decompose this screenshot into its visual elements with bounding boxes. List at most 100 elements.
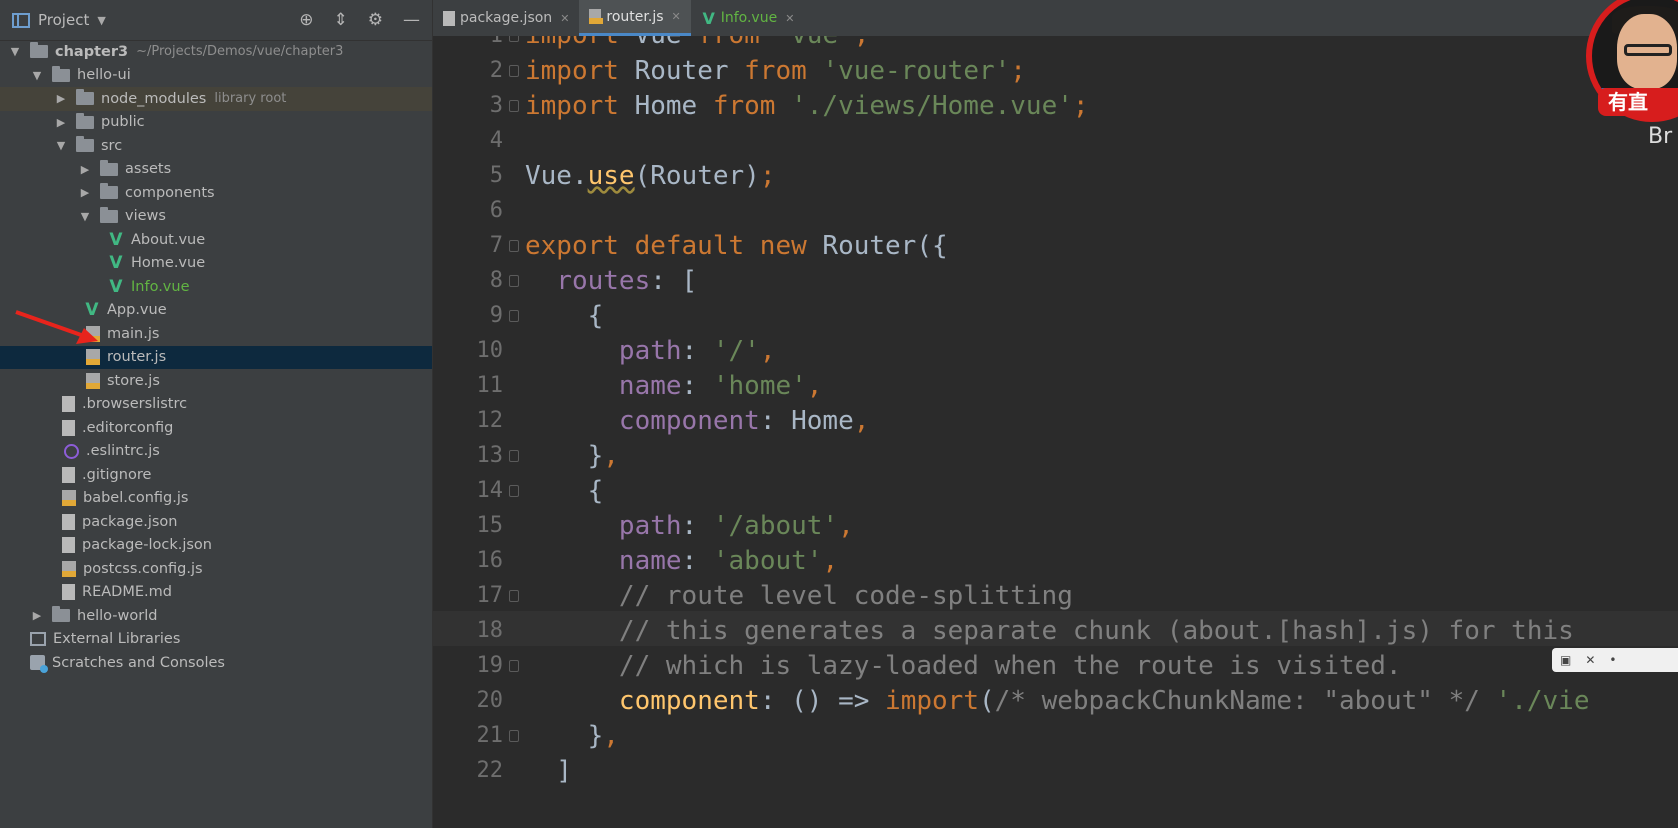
collapsed-arrow-icon[interactable]: ▶ (54, 116, 68, 129)
tab-router-js[interactable]: router.js ✕ (579, 0, 691, 36)
tree-item-readme[interactable]: README.md (0, 581, 432, 605)
tab-label: Info.vue (720, 10, 778, 26)
collapsed-arrow-icon[interactable]: ▶ (78, 163, 92, 176)
chevron-down-icon: ▼ (97, 13, 106, 27)
line-number: 15 (476, 513, 504, 538)
fold-marker-icon[interactable] (509, 65, 519, 77)
tree-item-about-vue[interactable]: V About.vue (0, 228, 432, 252)
tree-item-views[interactable]: ▼ views (0, 205, 432, 229)
fold-marker-icon[interactable] (509, 730, 519, 742)
fold-marker-icon[interactable] (509, 660, 519, 672)
tree-item-components[interactable]: ▶ components (0, 181, 432, 205)
tree-item-label: hello-world (77, 607, 158, 624)
collapsed-arrow-icon[interactable]: ▶ (78, 186, 92, 199)
close-icon[interactable]: ✕ (1585, 653, 1595, 667)
tab-label: router.js (606, 8, 664, 25)
line-number: 22 (476, 758, 504, 783)
line-number: 2 (489, 58, 503, 83)
tree-item-hello-world[interactable]: ▶ hello-world (0, 604, 432, 628)
code-line: component: Home, (618, 406, 870, 436)
tree-item-gitignore[interactable]: .gitignore (0, 463, 432, 487)
tree-item-eslintrc-js[interactable]: .eslintrc.js (0, 440, 432, 464)
floating-toolbar[interactable]: ▣ ✕ • (1552, 648, 1678, 672)
locate-icon[interactable]: ⊕ (299, 10, 313, 30)
close-icon[interactable]: ✕ (560, 12, 569, 25)
expand-arrow-icon[interactable]: ▼ (54, 139, 68, 152)
collapse-all-icon[interactable]: ⇕ (334, 10, 348, 30)
tab-info-vue[interactable]: V Info.vue ✕ (691, 0, 805, 36)
tree-item-assets[interactable]: ▶ assets (0, 158, 432, 182)
folder-icon (76, 89, 94, 106)
gear-icon[interactable]: ⚙ (368, 10, 383, 30)
tree-item-store-js[interactable]: store.js (0, 369, 432, 393)
tree-item-editorconfig[interactable]: .editorconfig (0, 416, 432, 440)
vue-file-icon: V (109, 276, 123, 297)
line-number: 14 (476, 478, 504, 503)
tree-item-browserslistrc[interactable]: .browserslistrc (0, 393, 432, 417)
library-icon (30, 632, 46, 647)
tree-item-label: components (125, 184, 215, 201)
fold-marker-icon[interactable] (509, 590, 519, 602)
tab-package-json[interactable]: package.json ✕ (433, 0, 579, 36)
expand-arrow-icon[interactable]: ▼ (30, 69, 44, 82)
expand-arrow-icon[interactable]: ▼ (78, 210, 92, 223)
fold-marker-icon[interactable] (509, 36, 519, 42)
vue-file-icon: V (702, 8, 715, 28)
minimize-icon[interactable]: — (403, 10, 420, 30)
fold-marker-icon[interactable] (509, 450, 519, 462)
close-icon[interactable]: ✕ (785, 12, 794, 25)
tree-item-chapter3[interactable]: ▼ chapter3 ~/Projects/Demos/vue/chapter3 (0, 40, 432, 64)
line-number: 18 (476, 618, 504, 643)
fold-marker-icon[interactable] (509, 310, 519, 322)
tree-item-node-modules[interactable]: ▶ node_modules library root (0, 87, 432, 111)
tree-item-label: .eslintrc.js (86, 443, 160, 460)
project-header: Project ▼ ⊕ ⇕ ⚙ — (0, 0, 432, 41)
tree-item-info-vue[interactable]: V Info.vue (0, 275, 432, 299)
fold-marker-icon[interactable] (509, 240, 519, 252)
expand-arrow-icon[interactable]: ▼ (8, 45, 22, 58)
code-line: { (525, 301, 604, 331)
tree-item-postcss-config[interactable]: postcss.config.js (0, 557, 432, 581)
collapsed-arrow-icon[interactable]: ▶ (54, 92, 68, 105)
line-number: 19 (476, 653, 504, 678)
project-view-selector[interactable]: Project ▼ (12, 11, 106, 29)
tree-item-label: .editorconfig (82, 419, 174, 436)
code-line: path: '/about', (618, 511, 854, 541)
folder-icon (100, 159, 118, 176)
code-line: import Vue from 'vue'; (525, 36, 869, 53)
tree-item-home-vue[interactable]: V Home.vue (0, 252, 432, 276)
tree-item-label: views (125, 208, 166, 225)
tree-item-package-lock-json[interactable]: package-lock.json (0, 534, 432, 558)
tree-item-src[interactable]: ▼ src (0, 134, 432, 158)
tree-item-label: chapter3 (55, 43, 129, 60)
tree-item-external-libraries[interactable]: External Libraries (0, 628, 432, 652)
collapsed-arrow-icon[interactable]: ▶ (30, 609, 44, 622)
vue-file-icon: V (109, 229, 123, 250)
tree-item-package-json[interactable]: package.json (0, 510, 432, 534)
fold-marker-icon[interactable] (509, 100, 519, 112)
tree-item-label: public (101, 114, 145, 131)
folder-icon (30, 42, 48, 59)
code-line: }, (525, 721, 619, 751)
fold-marker-icon[interactable] (509, 275, 519, 287)
tree-item-label: App.vue (107, 302, 167, 319)
tree-item-scratches[interactable]: Scratches and Consoles (0, 651, 432, 675)
line-number: 21 (476, 723, 504, 748)
tree-item-label: package.json (82, 513, 178, 530)
line-number: 7 (489, 233, 503, 258)
tree-item-hello-ui[interactable]: ▼ hello-ui (0, 64, 432, 88)
tree-item-router-js[interactable]: router.js (0, 345, 432, 369)
code-editor[interactable]: 12345678910111213141516171819202122 impo… (433, 36, 1678, 828)
tree-item-babel-config[interactable]: babel.config.js (0, 487, 432, 511)
project-tree: ▼ chapter3 ~/Projects/Demos/vue/chapter3… (0, 40, 432, 675)
fold-marker-icon[interactable] (509, 485, 519, 497)
camera-icon[interactable]: ▣ (1560, 653, 1571, 667)
folder-icon (52, 65, 70, 82)
more-icon[interactable]: • (1609, 653, 1616, 667)
code-line: name: 'about', (618, 546, 839, 576)
line-number: 8 (489, 268, 503, 293)
channel-name: Br (1648, 124, 1673, 149)
tree-item-label: .gitignore (82, 466, 152, 483)
close-icon[interactable]: ✕ (672, 10, 681, 23)
tree-item-public[interactable]: ▶ public (0, 111, 432, 135)
